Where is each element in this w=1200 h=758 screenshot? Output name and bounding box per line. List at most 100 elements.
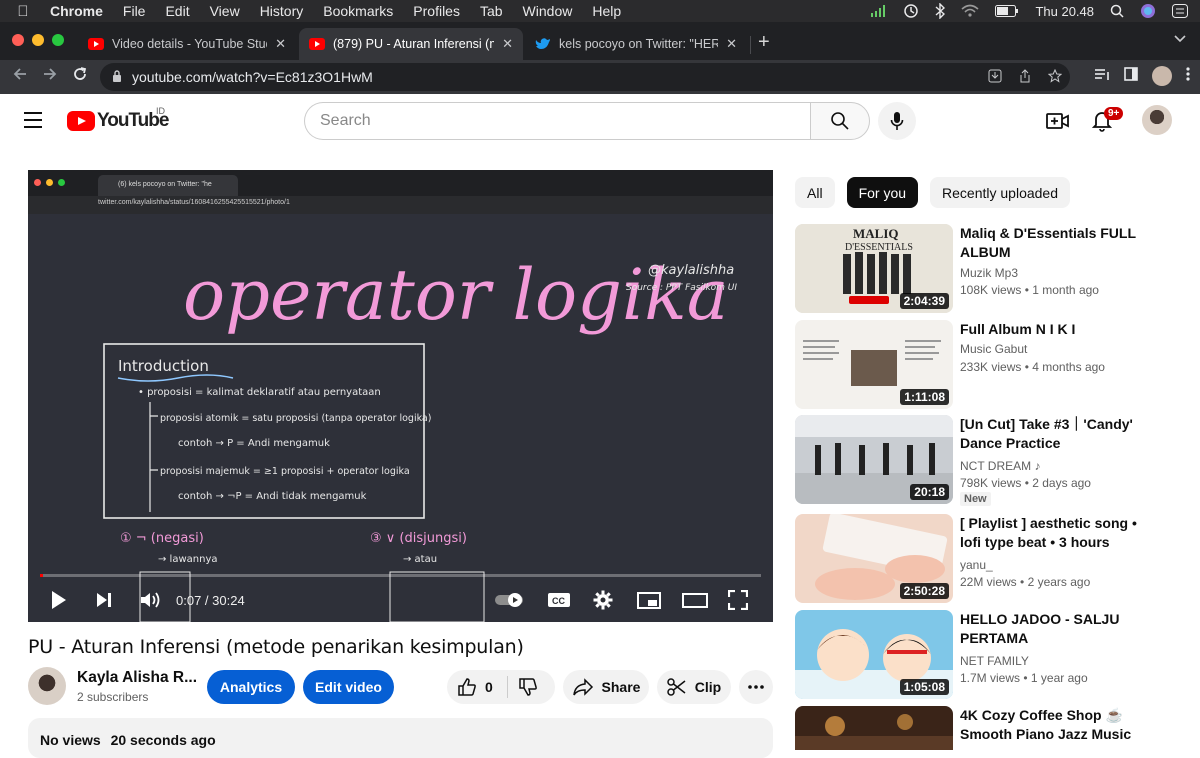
menu-file[interactable]: File [113,3,156,19]
recommendation-channel[interactable]: Muzik Mp3 [960,266,1018,280]
theater-mode-icon[interactable] [682,590,708,615]
tab-search-chevron-icon[interactable] [1174,32,1186,46]
recommendation-item[interactable]: 1:11:08 Full Album N I K I Music Gabut 2… [795,320,1165,410]
share-page-icon[interactable] [1018,69,1032,86]
menu-bookmarks[interactable]: Bookmarks [313,3,403,19]
close-tab-icon[interactable]: ✕ [502,36,513,52]
analytics-button[interactable]: Analytics [207,670,295,704]
chip-all[interactable]: All [795,177,835,208]
video-thumbnail[interactable]: 20:18 [795,415,953,504]
recommendation-channel[interactable]: yanu_ [960,558,993,572]
settings-gear-icon[interactable] [593,590,613,615]
minimize-window-button[interactable] [32,34,44,46]
create-video-button[interactable] [1046,111,1070,136]
video-watermark-source: Source : PPT Fasilkom UI [626,283,737,293]
video-thumbnail[interactable]: 1:05:08 [795,610,953,699]
spotlight-search-icon[interactable] [1110,4,1124,18]
tab-twitter[interactable]: kels pocoyo on Twitter: "HERE ✕ [525,28,747,60]
wifi-icon[interactable] [961,4,979,18]
edit-video-button[interactable]: Edit video [303,670,394,704]
reading-list-icon[interactable] [1094,67,1110,85]
recommendation-title[interactable]: [Un Cut] Take #3｜'Candy' Dance Practice [960,415,1155,453]
chrome-menu-icon[interactable] [1186,67,1190,85]
video-player[interactable]: (6) kels pocoyo on Twitter: "he twitter.… [28,170,773,622]
video-progress-bar[interactable] [40,574,761,577]
recommendation-item[interactable]: 20:18 [Un Cut] Take #3｜'Candy' Dance Pra… [795,415,1165,506]
video-thumbnail[interactable] [795,706,953,750]
menu-help[interactable]: Help [582,3,631,19]
share-button[interactable]: Share [563,670,649,704]
dislike-button[interactable] [518,677,538,697]
more-actions-button[interactable] [739,670,773,704]
hamburger-menu-icon[interactable] [24,112,42,133]
bluetooth-icon[interactable] [935,3,946,19]
menu-tab[interactable]: Tab [470,3,513,19]
volume-icon[interactable] [140,590,162,615]
youtube-logo[interactable]: YouTube ID [67,106,169,132]
miniplayer-icon[interactable] [637,590,661,615]
reload-icon[interactable] [72,66,88,87]
channel-avatar[interactable] [28,667,66,705]
side-panel-icon[interactable] [1124,67,1138,85]
recommendation-item[interactable]: 2:50:28 [ Playlist ] aesthetic song • lo… [795,514,1165,604]
bookmark-star-icon[interactable] [1047,68,1063,86]
voice-search-button[interactable] [878,102,916,140]
menu-view[interactable]: View [200,3,250,19]
chip-recently-uploaded[interactable]: Recently uploaded [930,177,1071,208]
menubar-clock[interactable]: Thu 20.48 [1035,4,1094,19]
siri-icon[interactable] [1140,3,1156,19]
fullscreen-icon[interactable] [727,589,749,615]
close-tab-icon[interactable]: ✕ [275,36,286,52]
menu-window[interactable]: Window [513,3,583,19]
tab-current-video[interactable]: (879) PU - Aturan Inferensi (me ✕ [299,28,523,60]
install-app-icon[interactable] [988,69,1002,86]
recommendation-channel[interactable]: NCT DREAM ♪ [960,459,1040,473]
search-input[interactable]: Search [304,102,811,140]
recommendation-title[interactable]: Full Album N I K I [960,320,1155,339]
subtitles-cc-icon[interactable]: CC [547,590,571,615]
video-thumbnail[interactable]: MALIQ D'ESSENTIALS 2:04:39 [795,224,953,313]
address-bar[interactable]: youtube.com/watch?v=Ec81z3O1HwM [100,63,1070,91]
recommendation-item[interactable]: 4K Cozy Coffee Shop ☕ Smooth Piano Jazz … [795,706,1165,750]
recommendation-title[interactable]: 4K Cozy Coffee Shop ☕ Smooth Piano Jazz … [960,706,1155,744]
account-avatar[interactable] [1142,105,1172,135]
new-tab-button[interactable]: + [758,31,770,54]
autoplay-toggle[interactable] [495,592,527,613]
clip-button[interactable]: Clip [657,670,731,704]
video-camera-plus-icon [1046,113,1069,129]
apple-icon[interactable]:  [0,3,46,20]
close-tab-icon[interactable]: ✕ [726,36,737,52]
menu-profiles[interactable]: Profiles [403,3,470,19]
signal-icon[interactable] [871,5,887,17]
browser-profile-avatar[interactable] [1152,66,1172,86]
close-window-button[interactable] [12,34,24,46]
menu-history[interactable]: History [250,3,314,19]
lock-icon[interactable] [112,69,122,85]
zoom-window-button[interactable] [52,34,64,46]
recommendation-channel[interactable]: NET FAMILY [960,654,1029,668]
like-button[interactable]: 0 [457,677,493,697]
recommendation-channel[interactable]: Music Gabut [960,342,1027,356]
next-video-icon[interactable] [95,590,113,615]
video-thumbnail[interactable]: 2:50:28 [795,514,953,603]
recommendation-title[interactable]: Maliq & D'Essentials FULL ALBUM [960,224,1155,262]
control-center-icon[interactable] [1172,4,1188,18]
address-url: youtube.com/watch?v=Ec81z3O1HwM [132,69,373,85]
recommendation-title[interactable]: HELLO JADOO - SALJU PERTAMA [960,610,1155,648]
play-icon[interactable] [50,590,68,615]
battery-icon[interactable] [995,5,1019,17]
menu-edit[interactable]: Edit [155,3,199,19]
tab-youtube-studio[interactable]: Video details - YouTube Studio ✕ [78,28,296,60]
recommendation-item[interactable]: MALIQ D'ESSENTIALS 2:04:39 Maliq & D'Ess… [795,224,1165,314]
forward-arrow-icon[interactable] [42,66,58,87]
video-thumbnail[interactable]: 1:11:08 [795,320,953,409]
channel-name[interactable]: Kayla Alisha R... [77,669,197,687]
recommendation-title[interactable]: [ Playlist ] aesthetic song • lofi type … [960,514,1155,552]
search-button[interactable] [810,102,870,140]
recommendation-item[interactable]: 1:05:08 HELLO JADOO - SALJU PERTAMA NET … [795,610,1165,700]
menu-app-chrome[interactable]: Chrome [46,3,113,19]
back-arrow-icon[interactable] [12,66,28,87]
chip-for-you[interactable]: For you [846,177,919,208]
description-box[interactable]: No views 20 seconds ago [28,718,773,758]
time-machine-icon[interactable] [903,3,919,19]
